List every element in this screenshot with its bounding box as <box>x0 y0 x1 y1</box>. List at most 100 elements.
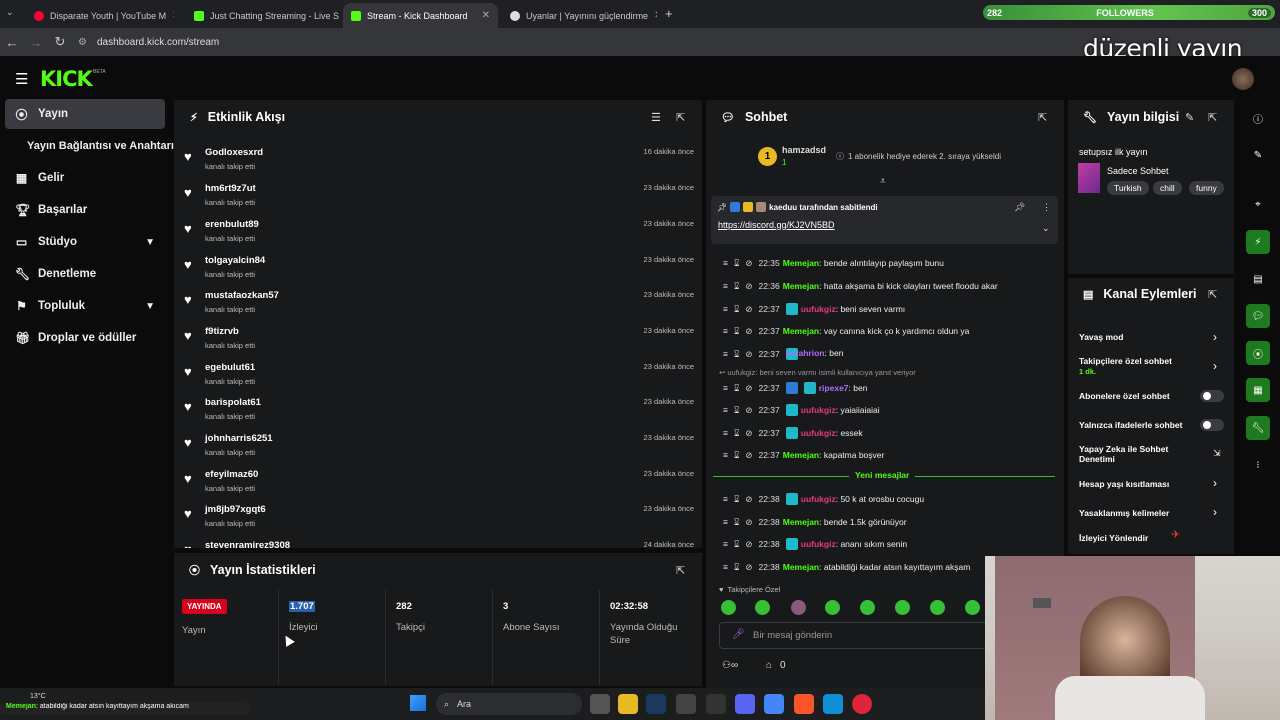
pin-message-icon[interactable]: ≡ <box>723 494 728 504</box>
event-username[interactable]: egebulut61 <box>205 362 255 373</box>
more-options-icon[interactable]: ⋮ <box>1042 202 1051 213</box>
opera-icon[interactable] <box>852 694 872 714</box>
taskbar-search[interactable]: ⌕ Ara <box>436 693 582 715</box>
info-icon[interactable]: ⓘ <box>1246 106 1270 130</box>
github-icon[interactable] <box>706 694 726 714</box>
ban-icon[interactable]: ⊘ <box>745 258 752 269</box>
timeout-icon[interactable]: ⌛︎ <box>734 517 739 528</box>
chat-input[interactable]: 🎤︎ Bir mesaj gönderin <box>719 622 987 649</box>
emote-icon[interactable] <box>825 600 840 615</box>
broadcast-icon[interactable]: ⦿ <box>1246 341 1270 365</box>
pin-message-icon[interactable]: ≡ <box>723 304 728 314</box>
weather-widget[interactable]: 13°C <box>30 693 46 700</box>
timeout-icon[interactable]: ⌛︎ <box>734 562 739 573</box>
windows-start-icon[interactable] <box>410 695 426 711</box>
timeout-icon[interactable]: ⌛︎ <box>734 258 739 269</box>
event-username[interactable]: Godloxesxrd <box>205 147 263 158</box>
sidebar-item-denetleme[interactable]: 🔧︎ Denetleme <box>5 259 165 289</box>
timeout-icon[interactable]: ⌛︎ <box>734 281 739 292</box>
sidebar-item-droplar[interactable]: 🎁︎ Droplar ve ödüller <box>5 323 165 353</box>
message-username[interactable]: Memejan <box>783 281 819 291</box>
brave-icon[interactable] <box>794 694 814 714</box>
microphone-icon[interactable]: 🎤︎ <box>732 629 745 640</box>
action-slow-mode[interactable]: Yavaş mod <box>1079 332 1123 342</box>
chevron-right-icon[interactable]: › <box>1213 505 1217 519</box>
tag-funny[interactable]: funny <box>1189 181 1224 195</box>
timeout-icon[interactable]: ⌛︎ <box>734 326 739 337</box>
message-username[interactable]: esrahrion <box>786 348 825 358</box>
popout-icon[interactable]: ⇱ <box>1038 111 1047 124</box>
timeout-icon[interactable]: ⌛︎ <box>734 450 739 461</box>
event-username[interactable]: jm8jb97xgqt6 <box>205 504 266 515</box>
action-ai-moderation[interactable]: Yapay Zeka ile Sohbet Denetimi <box>1079 444 1189 464</box>
chat-bubble-icon[interactable]: 💬︎ <box>1246 304 1270 328</box>
emote-icon[interactable] <box>930 600 945 615</box>
ban-icon[interactable]: ⊘ <box>745 539 752 550</box>
file-explorer-icon[interactable] <box>618 694 638 714</box>
chevron-down-icon[interactable]: ⌄ <box>1042 223 1050 234</box>
timeout-icon[interactable]: ⌛︎ <box>734 304 739 315</box>
emote-icon[interactable] <box>965 600 980 615</box>
emote-icon[interactable] <box>895 600 910 615</box>
back-icon[interactable]: ← <box>0 35 24 50</box>
kick-logo[interactable]: KICK <box>40 67 93 91</box>
document-icon[interactable]: ▤ <box>1246 267 1270 291</box>
stream-category[interactable]: Sadece Sohbet <box>1107 166 1169 176</box>
pin-message-icon[interactable]: ≡ <box>723 383 728 393</box>
event-username[interactable]: mustafaozkan57 <box>205 290 279 301</box>
chevron-right-icon[interactable]: › <box>1213 330 1217 344</box>
unpin-icon[interactable]: 📌︎ <box>1014 202 1025 213</box>
pin-message-icon[interactable]: ≡ <box>723 562 728 572</box>
event-username[interactable]: stevenramirez9308 <box>205 540 290 548</box>
ban-icon[interactable]: ⊘ <box>745 428 752 439</box>
emote-icon[interactable] <box>721 600 736 615</box>
emote-icon[interactable] <box>860 600 875 615</box>
new-tab-button[interactable]: + <box>665 6 673 21</box>
action-account-age[interactable]: Hesap yaşı kısıtlaması <box>1079 479 1169 489</box>
message-username[interactable]: ripexe7 <box>819 383 849 393</box>
browser-tab-kick-live[interactable]: Just Chatting Streaming - Live S ✕ <box>186 3 340 28</box>
pin-message-icon[interactable]: ≡ <box>723 539 728 549</box>
settings-icon[interactable] <box>676 694 696 714</box>
ban-icon[interactable]: ⊘ <box>745 405 752 416</box>
action-banned-words[interactable]: Yasaklanmış kelimeler <box>1079 508 1169 518</box>
message-username[interactable]: uufukgiz <box>801 304 836 314</box>
action-raid[interactable]: İzleyici Yönlendir <box>1079 533 1148 543</box>
ban-icon[interactable]: ⊘ <box>745 517 752 528</box>
emote-only-toggle[interactable] <box>1200 419 1224 431</box>
steam-icon[interactable] <box>646 694 666 714</box>
users-icon[interactable]: ⚇∞ <box>722 660 738 671</box>
event-username[interactable]: hm6rt9z7ut <box>205 183 256 194</box>
timeout-icon[interactable]: ⌛︎ <box>734 494 739 505</box>
edit-icon[interactable]: ✎ <box>1185 111 1194 124</box>
popout-icon[interactable]: ⇱ <box>1208 288 1217 301</box>
sidebar-item-basarilar[interactable]: 🏆︎ Başarılar <box>5 195 165 225</box>
close-icon[interactable]: ✕ <box>482 10 490 21</box>
message-username[interactable]: Memejan <box>783 258 819 268</box>
ban-icon[interactable]: ⊘ <box>745 494 752 505</box>
ban-icon[interactable]: ⊘ <box>745 349 752 360</box>
discord-icon[interactable] <box>735 694 755 714</box>
browser-tab-youtube[interactable]: Disparate Youth | YouTube M ✕ <box>26 3 174 28</box>
event-username[interactable]: tolgayalcin84 <box>205 255 265 266</box>
ban-icon[interactable]: ⊘ <box>745 326 752 337</box>
site-info-icon[interactable]: ⚙ <box>78 37 87 48</box>
sidebar-item-yayin[interactable]: ⦿ Yayın <box>5 99 165 129</box>
timeout-icon[interactable]: ⌛︎ <box>734 405 739 416</box>
timeout-icon[interactable]: ⌛︎ <box>734 428 739 439</box>
url-field[interactable]: dashboard.kick.com/stream <box>97 37 219 48</box>
message-username[interactable]: uufukgiz <box>801 405 836 415</box>
message-username[interactable]: uufukgiz <box>801 539 836 549</box>
ban-icon[interactable]: ⊘ <box>745 383 752 394</box>
browser-tab-alerts[interactable]: Uyanlar | Yayınını güçlendirme ✕ <box>502 3 657 28</box>
lightning-icon[interactable]: ⚡︎ <box>1246 230 1270 254</box>
event-username[interactable]: johnharris6251 <box>205 433 273 444</box>
ban-icon[interactable]: ⊘ <box>745 562 752 573</box>
timeout-icon[interactable]: ⌛︎ <box>734 383 739 394</box>
layout-icon[interactable]: ▦ <box>1246 378 1270 402</box>
popout-icon[interactable]: ⇱ <box>676 564 685 577</box>
forward-icon[interactable]: → <box>24 35 48 50</box>
reload-icon[interactable]: ↻ <box>48 34 72 50</box>
chevron-right-icon[interactable]: › <box>1213 476 1217 490</box>
tag-chill[interactable]: chill <box>1153 181 1182 195</box>
